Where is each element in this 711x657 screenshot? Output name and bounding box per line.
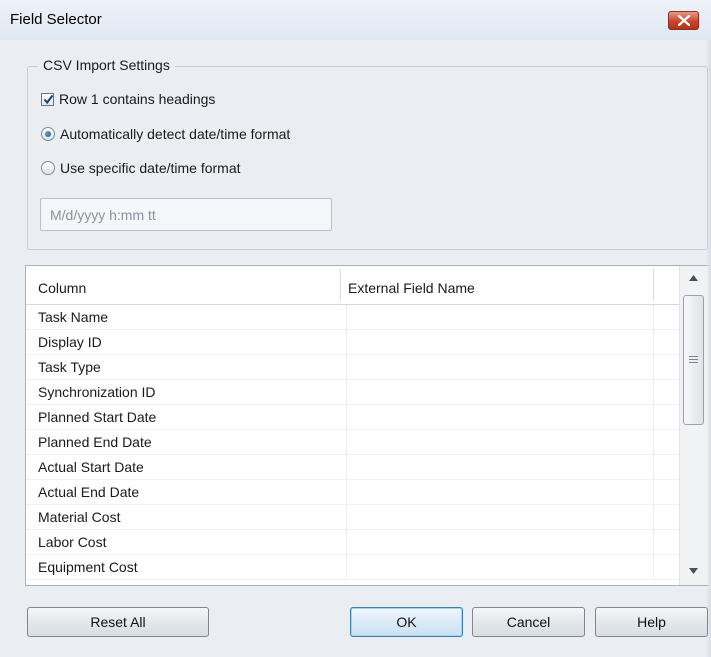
reset-all-button[interactable]: Reset All: [27, 607, 209, 637]
date-format-input[interactable]: [40, 198, 332, 231]
auto-detect-option[interactable]: Automatically detect date/time format: [41, 126, 290, 142]
auto-detect-radio[interactable]: [41, 127, 55, 141]
column-name-cell: Equipment Cost: [38, 559, 138, 575]
table-row[interactable]: Material Cost: [26, 505, 680, 530]
column-header[interactable]: Column: [38, 280, 86, 296]
external-field-cell[interactable]: [346, 480, 347, 505]
header-divider: [653, 269, 654, 301]
table-row[interactable]: Planned Start Date: [26, 405, 680, 430]
cell-divider: [653, 430, 654, 455]
close-icon: [678, 15, 690, 26]
table-row[interactable]: Labor Cost: [26, 530, 680, 555]
cell-divider: [653, 330, 654, 355]
grid-header: Column External Field Name: [26, 266, 680, 305]
table-row[interactable]: Task Name: [26, 305, 680, 330]
table-row[interactable]: Planned End Date: [26, 430, 680, 455]
table-row[interactable]: Display ID: [26, 330, 680, 355]
column-name-cell: Display ID: [38, 334, 102, 350]
vertical-scrollbar[interactable]: [679, 266, 708, 585]
row1-headings-checkbox[interactable]: [41, 92, 54, 106]
cell-divider: [653, 380, 654, 405]
cell-divider: [653, 355, 654, 380]
external-field-header[interactable]: External Field Name: [348, 280, 475, 296]
column-name-cell: Task Name: [38, 309, 109, 325]
ok-button[interactable]: OK: [350, 607, 463, 637]
column-name-cell: Task Type: [38, 359, 101, 375]
external-field-cell[interactable]: [346, 555, 347, 580]
specific-format-option[interactable]: Use specific date/time format: [41, 160, 241, 176]
row1-headings-option[interactable]: Row 1 contains headings: [41, 91, 215, 107]
window-title: Field Selector: [10, 11, 102, 28]
arrow-down-icon: [689, 568, 698, 574]
external-field-cell[interactable]: [346, 330, 347, 355]
radio-selected-dot: [45, 131, 51, 137]
table-row[interactable]: Synchronization ID: [26, 380, 680, 405]
cell-divider: [653, 480, 654, 505]
table-row[interactable]: Task Type: [26, 355, 680, 380]
cell-divider: [653, 305, 654, 330]
row1-headings-label: Row 1 contains headings: [59, 91, 216, 107]
scroll-thumb[interactable]: [683, 295, 704, 425]
csv-settings-legend: CSV Import Settings: [38, 57, 175, 73]
column-name-cell: Synchronization ID: [38, 384, 156, 400]
cell-divider: [653, 405, 654, 430]
column-name-cell: Material Cost: [38, 509, 121, 525]
table-row[interactable]: Actual Start Date: [26, 455, 680, 480]
specific-format-radio[interactable]: [41, 161, 55, 175]
column-name-cell: Actual End Date: [38, 484, 140, 500]
cell-divider: [653, 530, 654, 555]
column-name-cell: Planned End Date: [38, 434, 152, 450]
external-field-cell[interactable]: [346, 505, 347, 530]
help-button[interactable]: Help: [595, 607, 708, 637]
table-row[interactable]: Actual End Date: [26, 480, 680, 505]
title-bar: Field Selector: [0, 0, 711, 40]
specific-format-label: Use specific date/time format: [60, 160, 241, 176]
header-divider: [340, 269, 341, 301]
grid-body: Task Name Display ID Task Type Synchronizat…: [26, 305, 680, 585]
column-name-cell: Labor Cost: [38, 534, 107, 550]
cancel-button[interactable]: Cancel: [472, 607, 585, 637]
scroll-up-button[interactable]: [680, 268, 708, 290]
external-field-cell[interactable]: [346, 430, 347, 455]
external-field-cell[interactable]: [346, 455, 347, 480]
external-field-cell[interactable]: [346, 355, 347, 380]
cell-divider: [653, 455, 654, 480]
close-button[interactable]: [668, 11, 699, 30]
cell-divider: [653, 555, 654, 580]
auto-detect-label: Automatically detect date/time format: [60, 126, 291, 142]
scroll-down-button[interactable]: [680, 561, 708, 583]
external-field-cell[interactable]: [346, 380, 347, 405]
external-field-cell[interactable]: [346, 305, 347, 330]
arrow-up-icon: [689, 275, 698, 281]
checkmark-icon: [43, 94, 54, 104]
field-mapping-grid: Column External Field Name Task Name Disp…: [25, 265, 708, 586]
table-row[interactable]: Equipment Cost: [26, 555, 680, 580]
grip-icon: [689, 356, 698, 365]
external-field-cell[interactable]: [346, 405, 347, 430]
cell-divider: [653, 505, 654, 530]
column-name-cell: Actual Start Date: [38, 459, 144, 475]
external-field-cell[interactable]: [346, 530, 347, 555]
column-name-cell: Planned Start Date: [38, 409, 157, 425]
